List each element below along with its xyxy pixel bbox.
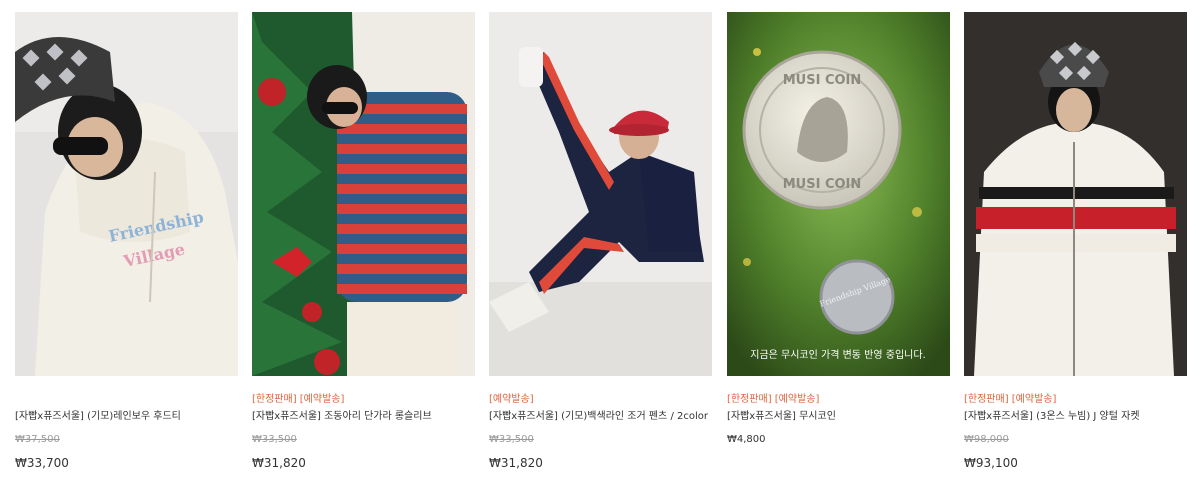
coin-caption: 지금은 무시코인 가격 변동 반영 중입니다. [750, 348, 925, 361]
sale-price: ₩93,100 [964, 456, 1018, 470]
model-fleece-jacket-photo [964, 12, 1187, 376]
original-price: ₩37,500 [15, 434, 60, 445]
sale-price: ₩4,800 [727, 434, 766, 445]
product-name[interactable]: [자빱x퓨즈서울] 조동아리 단가라 롱슬리브 [252, 410, 432, 424]
product-badges: [한정판매] [예약발송] [252, 394, 345, 405]
coin-engraving: MUSI COIN [783, 73, 862, 88]
product-name[interactable]: [자빱x퓨즈서울] (기모)레인보우 후드티 [15, 410, 181, 424]
product-name[interactable]: [자빱x퓨즈서울] (기모)백색라인 조거 펜츠 / 2color [489, 410, 708, 424]
product-grid: Friendship Village [자빱x퓨즈서울] (기모)레인보우 후드… [0, 0, 1200, 478]
product-name[interactable]: [자빱x퓨즈서울] 무시코인 [727, 410, 836, 424]
product-name[interactable]: [자빱x퓨즈서울] (3온스 누빔) J 양털 자켓 [964, 410, 1140, 424]
original-price: ₩98,000 [964, 434, 1009, 445]
product-image[interactable] [964, 12, 1187, 376]
original-price: ₩33,500 [489, 434, 534, 445]
product-badges: [한정판매] [예약발송] [727, 394, 820, 405]
product-card[interactable]: MUSI COIN MUSI COIN Friendship Village 지… [727, 12, 950, 445]
original-price: ₩33,500 [252, 434, 297, 445]
model-jogger-pants-photo [489, 12, 712, 376]
product-badges: [한정판매] [예약발송] [964, 394, 1057, 405]
sale-price: ₩31,820 [489, 456, 543, 470]
product-image[interactable] [489, 12, 712, 376]
musi-coin-photo: MUSI COIN MUSI COIN Friendship Village 지… [727, 12, 950, 376]
model-striped-longsleeve-photo [252, 12, 475, 376]
product-image[interactable]: Friendship Village [15, 12, 238, 376]
model-hoodie-photo: Friendship Village [15, 12, 238, 376]
sale-price: ₩31,820 [252, 456, 306, 470]
product-image[interactable] [252, 12, 475, 376]
product-badges: [예약발송] [489, 394, 534, 405]
product-image[interactable]: MUSI COIN MUSI COIN Friendship Village 지… [727, 12, 950, 376]
product-card[interactable]: [한정판매] [예약발송] [자빱x퓨즈서울] (3온스 누빔) J 양털 자켓… [964, 12, 1187, 470]
coin-engraving: MUSI COIN [783, 177, 862, 192]
product-card[interactable]: [예약발송] [자빱x퓨즈서울] (기모)백색라인 조거 펜츠 / 2color… [489, 12, 712, 470]
product-card[interactable]: [한정판매] [예약발송] [자빱x퓨즈서울] 조동아리 단가라 롱슬리브 ₩3… [252, 12, 475, 470]
sale-price: ₩33,700 [15, 456, 69, 470]
product-card[interactable]: Friendship Village [자빱x퓨즈서울] (기모)레인보우 후드… [15, 12, 238, 470]
